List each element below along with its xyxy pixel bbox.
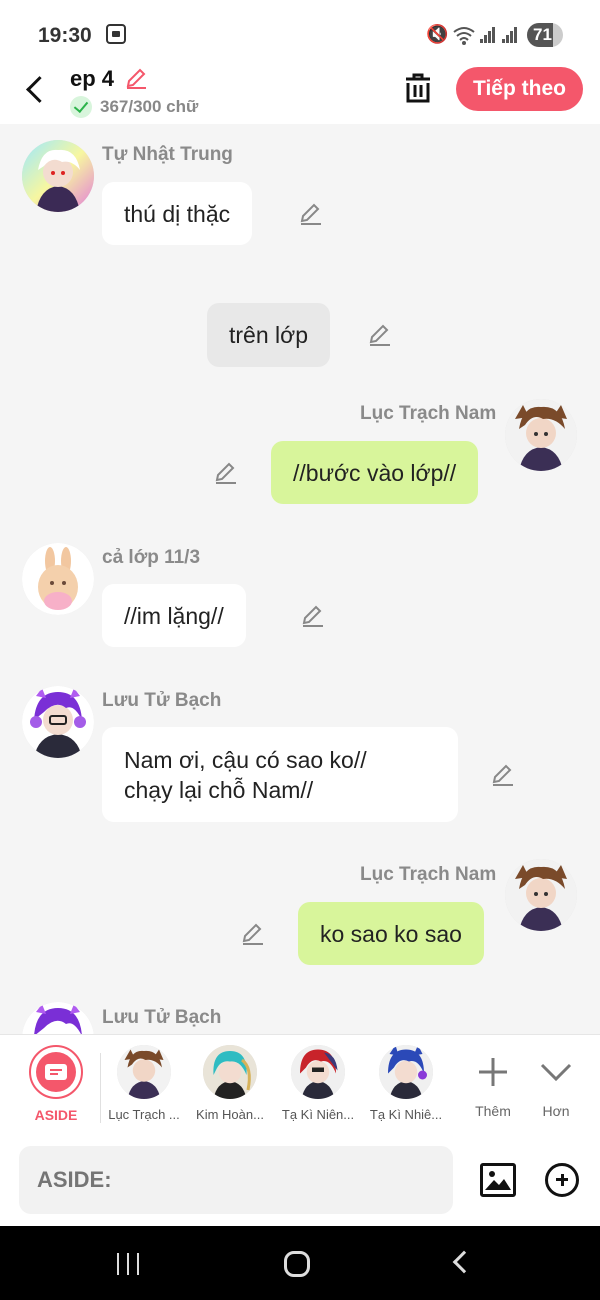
more-label: Hơn <box>542 1103 570 1119</box>
plus-icon <box>479 1058 507 1086</box>
character-item[interactable]: Tạ Kì Niên... <box>278 1045 358 1122</box>
edit-message-icon[interactable] <box>240 921 266 947</box>
narration-bubble[interactable]: trên lớp <box>207 303 331 367</box>
character-label: Kim Hoàn... <box>196 1107 264 1122</box>
character-item[interactable]: Tạ Kì Nhiê... <box>366 1045 446 1122</box>
add-circle-icon[interactable] <box>545 1163 579 1197</box>
character-item[interactable]: Lục Trạch ... <box>104 1045 184 1122</box>
word-count: 367/300 chữ <box>100 97 199 116</box>
message-input[interactable] <box>19 1146 453 1214</box>
edit-message-icon[interactable] <box>367 322 393 348</box>
add-label: Thêm <box>475 1103 511 1119</box>
chat-area[interactable]: Tự Nhật Trung thú dị thặc trên lớp Lục T… <box>0 124 600 1034</box>
signal-icon-1 <box>480 27 496 43</box>
trash-icon[interactable] <box>403 72 433 104</box>
editor-header: ep 4 367/300 chữ Tiếp theo <box>0 60 600 124</box>
message-bubble[interactable]: //im lặng// <box>102 584 246 647</box>
character-label: Lục Trạch ... <box>108 1107 180 1122</box>
back-button[interactable] <box>22 72 52 106</box>
home-button[interactable] <box>284 1251 310 1277</box>
message-bubble[interactable]: Nam ơi, cậu có sao ko// chạy lại chỗ Nam… <box>102 727 458 822</box>
message-bubble[interactable]: thú dị thặc <box>102 182 253 245</box>
speaker-name: Lục Trạch Nam <box>360 403 497 424</box>
speaker-name: Lưu Tử Bạch <box>102 690 222 711</box>
system-nav-bar <box>0 1226 600 1300</box>
avatar[interactable] <box>505 399 577 471</box>
edit-message-icon[interactable] <box>490 762 516 788</box>
chevron-down-icon <box>540 1063 572 1082</box>
avatar[interactable] <box>22 543 94 615</box>
input-bar <box>0 1136 600 1226</box>
screen-record-icon <box>106 24 126 44</box>
episode-title: ep 4 <box>70 66 115 91</box>
avatar[interactable] <box>505 859 577 931</box>
signal-icon-2 <box>502 27 518 43</box>
avatar <box>379 1045 433 1099</box>
avatar <box>291 1045 345 1099</box>
nav-back-button[interactable] <box>452 1250 476 1274</box>
avatar[interactable] <box>22 140 94 212</box>
wifi-icon <box>453 27 475 45</box>
speaker-name: Tự Nhật Trung <box>102 144 233 165</box>
note-icon <box>45 1064 67 1080</box>
edit-message-icon[interactable] <box>213 460 239 486</box>
status-time: 19:30 <box>38 24 92 47</box>
check-icon <box>70 96 92 118</box>
speaker-name: Lục Trạch Nam <box>360 864 497 885</box>
character-label: Tạ Kì Nhiê... <box>369 1107 443 1122</box>
avatar[interactable] <box>22 1002 94 1034</box>
character-label: ASIDE <box>34 1107 78 1123</box>
image-icon[interactable] <box>480 1163 516 1197</box>
message-bubble[interactable]: //bước vào lớp// <box>271 441 479 504</box>
character-item[interactable]: Kim Hoàn... <box>190 1045 270 1122</box>
avatar[interactable] <box>22 686 94 758</box>
speaker-name: Lưu Tử Bạch <box>102 1007 222 1028</box>
avatar <box>203 1045 257 1099</box>
recent-apps-button[interactable] <box>117 1253 141 1275</box>
avatar <box>117 1045 171 1099</box>
next-button[interactable]: Tiếp theo <box>456 67 583 111</box>
speaker-name: cả lớp 11/3 <box>102 547 201 568</box>
battery-level: 71 <box>533 25 552 44</box>
divider <box>100 1053 101 1123</box>
status-bar: 19:30 🔇 71 <box>0 0 600 60</box>
character-label: Tạ Kì Niên... <box>281 1107 355 1122</box>
add-character-button[interactable]: Thêm <box>463 1047 523 1119</box>
aside-avatar <box>29 1045 83 1099</box>
message-bubble[interactable]: ko sao ko sao <box>298 902 484 965</box>
character-bar: ASIDE Lục Trạch ... Kim Hoàn... Tạ Kì Ni… <box>0 1034 600 1136</box>
character-aside[interactable]: ASIDE <box>16 1045 96 1123</box>
more-button[interactable]: Hơn <box>526 1047 586 1119</box>
mute-icon: 🔇 <box>426 24 449 44</box>
edit-message-icon[interactable] <box>300 603 326 629</box>
edit-message-icon[interactable] <box>298 201 324 227</box>
edit-title-icon[interactable] <box>124 66 148 90</box>
battery-indicator: 71 <box>527 23 563 47</box>
